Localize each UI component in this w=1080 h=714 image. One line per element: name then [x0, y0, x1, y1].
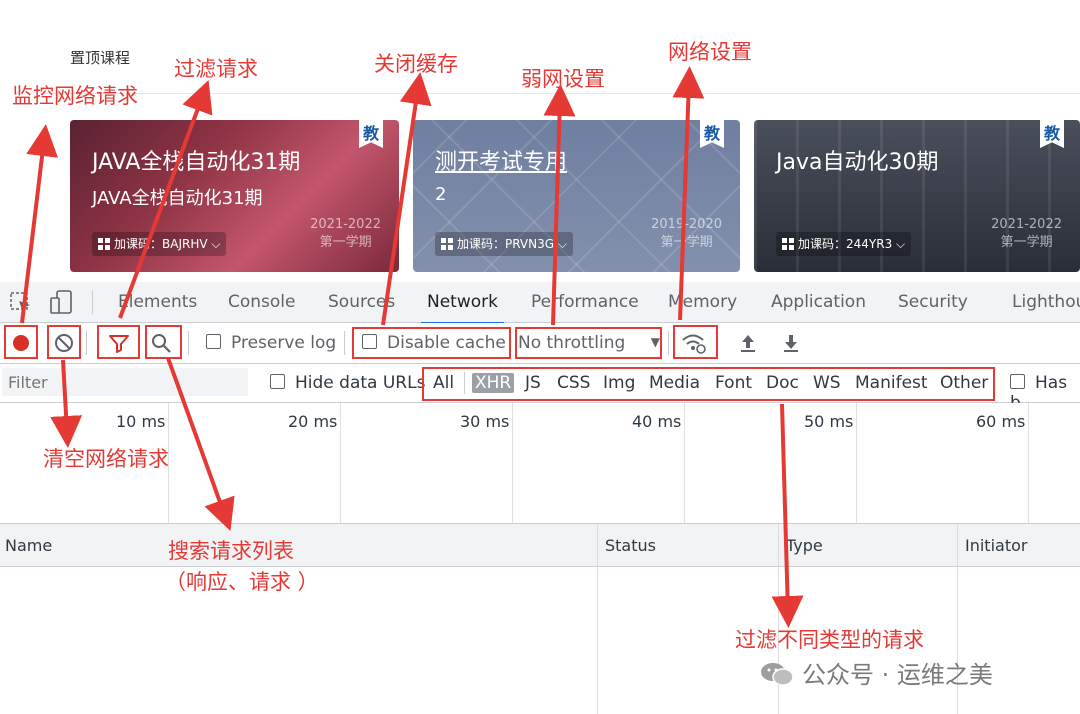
arrow-type-filters [771, 403, 804, 628]
annotation-filter: 过滤请求 [174, 57, 258, 81]
arrow-search [166, 357, 235, 532]
annotation-search-detail: （响应、请求 ） [165, 570, 319, 594]
annotation-arrows [20, 66, 804, 628]
arrow-cache [381, 72, 432, 326]
annotation-type-filters: 过滤不同类型的请求 [735, 628, 924, 652]
annotation-network-settings: 网络设置 [668, 40, 752, 64]
annotation-clear: 清空网络请求 [43, 447, 169, 471]
annotation-cache: 关闭缓存 [374, 52, 458, 76]
arrow-monitor [20, 124, 58, 324]
arrow-clear [50, 359, 83, 448]
wechat-icon [761, 663, 794, 686]
arrow-network-settings [672, 66, 705, 321]
annotation-monitor: 监控网络请求 [12, 84, 138, 108]
arrow-filter [118, 80, 213, 319]
arrow-throttling [543, 84, 576, 326]
annotation-weak-network: 弱网设置 [521, 67, 605, 91]
watermark-text: 公众号 · 运维之美 [802, 661, 993, 689]
annotation-search: 搜索请求列表 [168, 539, 294, 563]
watermark: 公众号 · 运维之美 [760, 655, 993, 690]
